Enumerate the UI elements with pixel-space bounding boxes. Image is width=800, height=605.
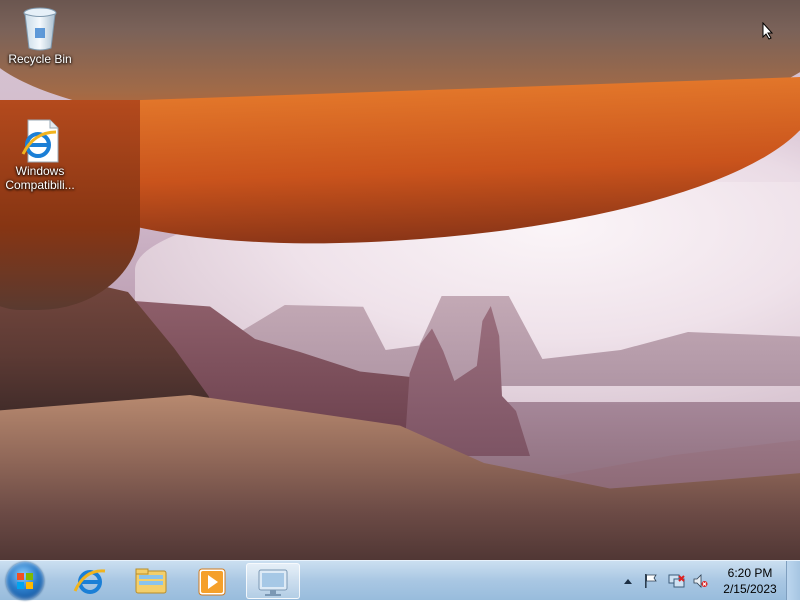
- media-player-icon: [198, 568, 226, 596]
- show-desktop-button[interactable]: [786, 561, 800, 600]
- windows-start-orb-icon[interactable]: [6, 562, 44, 600]
- taskbar-media-player[interactable]: [185, 563, 239, 599]
- remote-desktop-icon: [258, 569, 288, 596]
- windows-compatibility-label: Windows Compatibili...: [5, 164, 75, 192]
- recycle-bin-label: Recycle Bin: [8, 52, 72, 66]
- action-center-flag-icon[interactable]: [643, 573, 659, 589]
- taskbar: 6:20 PM 2/15/2023: [0, 560, 800, 600]
- taskbar-internet-explorer[interactable]: [63, 563, 117, 599]
- file-explorer-folder-icon: [135, 568, 167, 594]
- desktop-background[interactable]: Recycle Bin Windows Compatibili...: [0, 0, 800, 560]
- mouse-pointer-icon: [762, 22, 774, 40]
- internet-explorer-icon: [20, 118, 60, 163]
- system-clock[interactable]: 6:20 PM 2/15/2023: [714, 565, 786, 597]
- clock-time: 6:20 PM: [727, 566, 773, 580]
- recycle-bin-icon: [20, 6, 60, 51]
- desktop-icon-windows-compatibility[interactable]: Windows Compatibili...: [1, 118, 79, 192]
- volume-muted-icon[interactable]: [692, 573, 708, 589]
- desktop-icon-recycle-bin[interactable]: Recycle Bin: [1, 6, 79, 66]
- internet-explorer-icon: [73, 569, 106, 594]
- show-hidden-icons-chevron[interactable]: [620, 573, 636, 589]
- network-icon[interactable]: [668, 573, 685, 589]
- taskbar-remote-desktop[interactable]: [246, 563, 300, 599]
- taskbar-file-explorer[interactable]: [124, 563, 178, 599]
- clock-date: 2/15/2023: [723, 582, 777, 596]
